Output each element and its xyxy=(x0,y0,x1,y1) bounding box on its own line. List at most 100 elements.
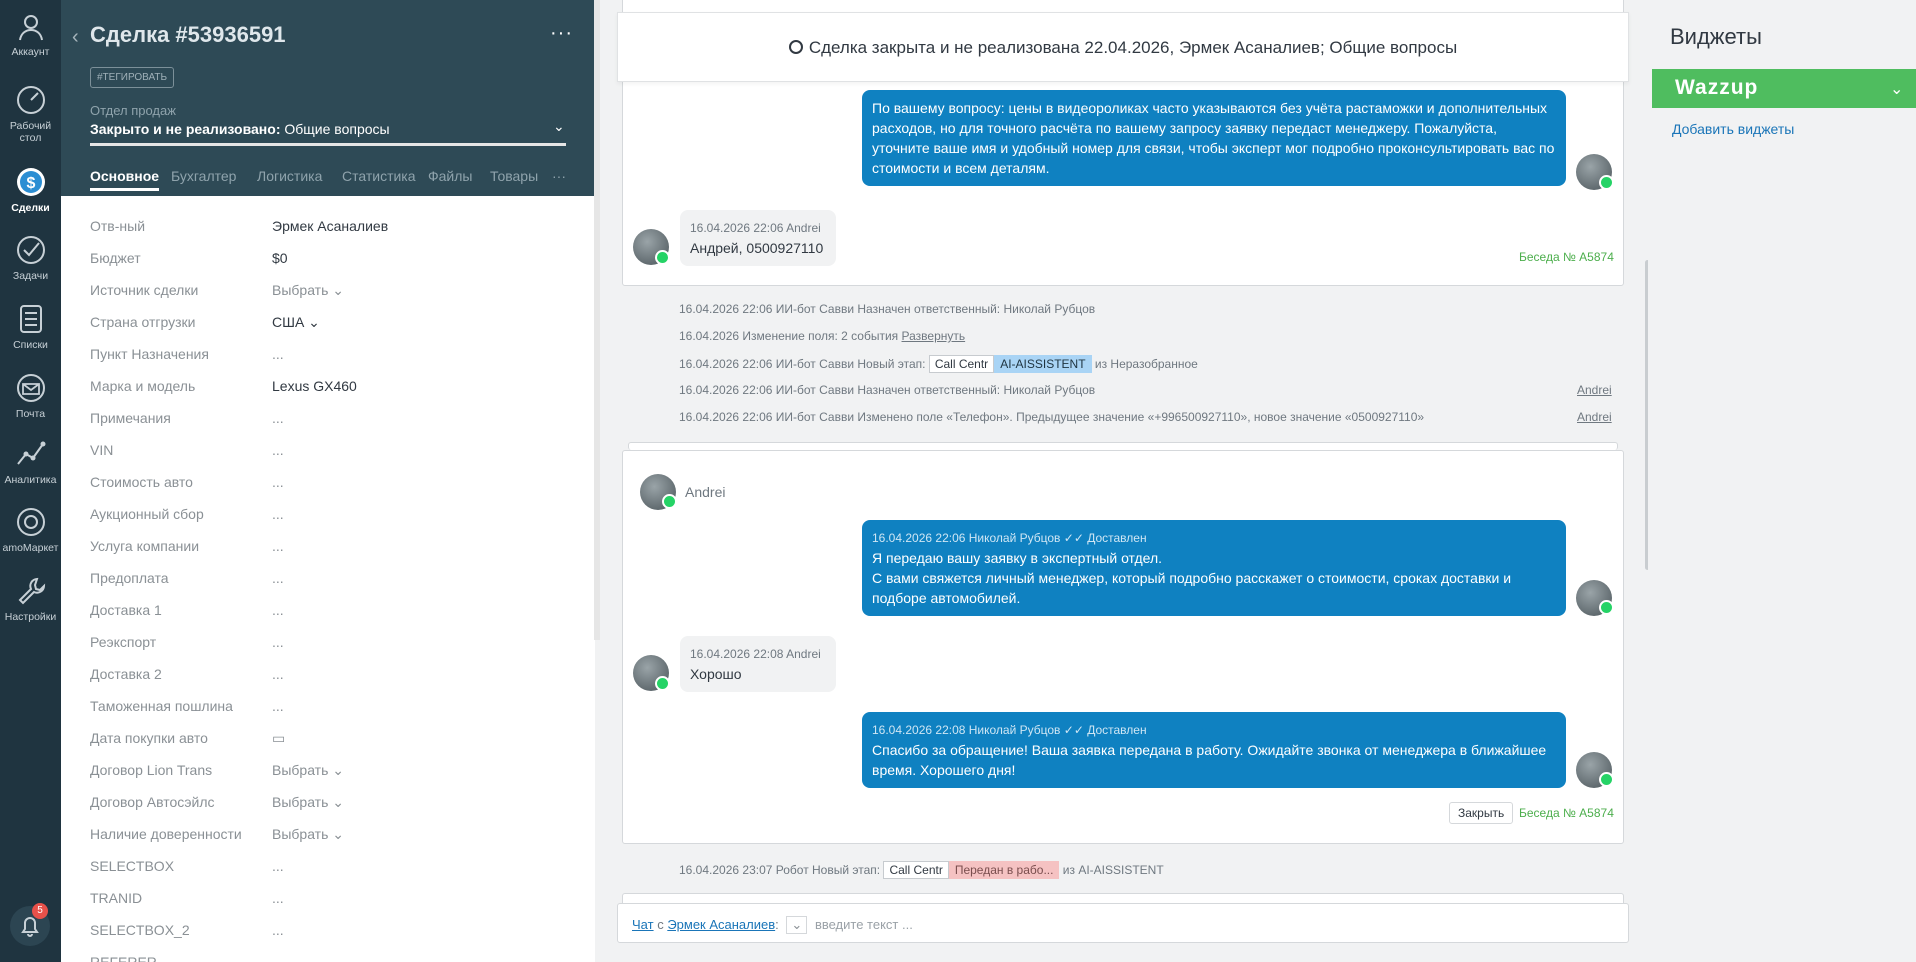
field-row[interactable]: Договор Автосэйлс Выбрать ⌄ xyxy=(90,786,560,818)
incoming-message: 16.04.2026 22:06 Andrei Андрей, 05009271… xyxy=(680,210,836,266)
closed-circle-icon xyxy=(788,40,803,54)
author-link[interactable]: Andrei xyxy=(1577,383,1612,397)
field-value[interactable]: ... xyxy=(272,890,284,906)
status-reason: Общие вопросы xyxy=(280,121,390,137)
chevron-down-icon[interactable]: ⌄ xyxy=(553,118,565,135)
field-value[interactable]: ... xyxy=(272,698,284,714)
field-value[interactable]: Lexus GX460 xyxy=(272,378,357,394)
nav-item-market[interactable]: amoМаркет xyxy=(0,506,61,554)
field-value[interactable]: ... xyxy=(272,858,284,874)
expand-link[interactable]: Развернуть xyxy=(902,329,966,343)
author-link[interactable]: Andrei xyxy=(1577,410,1612,424)
field-row[interactable]: Отв-ный Эрмек Асаналиев xyxy=(90,210,560,242)
chevron-down-icon[interactable]: ⌄ xyxy=(1890,79,1903,99)
field-row[interactable]: Страна отгрузки США ⌄ xyxy=(90,306,560,338)
field-value[interactable]: Выбрать ⌄ xyxy=(272,762,344,779)
field-row[interactable]: TRANID... xyxy=(90,882,560,914)
field-value[interactable]: ... xyxy=(272,922,284,938)
field-row[interactable]: VIN... xyxy=(90,434,560,466)
field-label: Страна отгрузки xyxy=(90,314,196,330)
conversation-link[interactable]: Беседа № A5874 xyxy=(1519,806,1614,820)
field-value[interactable]: Эрмек Асаналиев xyxy=(272,218,388,234)
field-label: Марка и модель xyxy=(90,378,196,394)
field-row[interactable]: SELECTBOX... xyxy=(90,850,560,882)
tab-files[interactable]: Файлы xyxy=(428,168,472,184)
field-value[interactable]: ... xyxy=(272,538,284,554)
nav-item-deals[interactable]: $ Сделки xyxy=(0,166,61,214)
field-value[interactable]: ... xyxy=(272,602,284,618)
field-value[interactable]: США ⌄ xyxy=(272,314,320,331)
contact-name[interactable]: Andrei xyxy=(685,484,725,500)
field-value[interactable]: ... xyxy=(272,634,284,650)
field-label: Стоимость авто xyxy=(90,474,193,490)
field-value[interactable]: ... xyxy=(272,442,284,458)
field-row[interactable]: Наличие доверенности Выбрать ⌄ xyxy=(90,818,560,850)
field-value[interactable]: ... xyxy=(272,506,284,522)
nav-item-settings[interactable]: Настройки xyxy=(0,575,61,623)
field-value[interactable]: ... xyxy=(272,474,284,490)
chat-type-link[interactable]: Чат xyxy=(632,917,654,932)
field-row[interactable]: Стоимость авто... xyxy=(90,466,560,498)
field-row[interactable]: Источник сделки Выбрать ⌄ xyxy=(90,274,560,306)
tab-statistics[interactable]: Статистика xyxy=(342,168,416,184)
nav-item-analytics[interactable]: Аналитика xyxy=(0,438,61,486)
more-tabs-icon[interactable]: ··· xyxy=(552,168,566,184)
message-meta: 16.04.2026 22:06 Andrei xyxy=(690,221,821,235)
tab-products[interactable]: Товары xyxy=(490,168,538,184)
wazzup-widget[interactable]: Wazzup ⌄ xyxy=(1652,69,1916,108)
field-row[interactable]: REFERER xyxy=(90,946,560,962)
field-value[interactable]: ... xyxy=(272,346,284,362)
chat-contact-link[interactable]: Эрмек Асаналиев xyxy=(667,917,775,932)
conversation-link[interactable]: Беседа № A5874 xyxy=(1519,250,1614,264)
field-label: TRANID xyxy=(90,890,143,906)
status-select[interactable]: Закрыто и не реализовано: Общие вопросы xyxy=(90,121,390,137)
tag-button[interactable]: #ТЕГИРОВАТЬ xyxy=(90,67,175,88)
chat-with-text: с xyxy=(653,917,668,932)
event-note-text: 16.04.2026 Изменение поля: 2 события xyxy=(679,329,902,343)
field-row[interactable]: Реэкспорт... xyxy=(90,626,560,658)
tab-main[interactable]: Основное xyxy=(90,168,160,191)
field-value[interactable]: Выбрать ⌄ xyxy=(272,794,344,811)
chevron-down-icon[interactable]: ⌄ xyxy=(786,916,808,934)
back-chevron-icon[interactable]: ‹ xyxy=(72,26,79,49)
field-row[interactable]: Бюджет $0 xyxy=(90,242,560,274)
event-note: 16.04.2026 Изменение поля: 2 события Раз… xyxy=(679,329,965,343)
field-row[interactable]: Договор Lion Trans Выбрать ⌄ xyxy=(90,754,560,786)
field-value[interactable]: ... xyxy=(272,410,284,426)
field-row[interactable]: Аукционный сбор... xyxy=(90,498,560,530)
field-row[interactable]: Доставка 1... xyxy=(90,594,560,626)
chat-composer: Чат с Эрмек Асаналиев: ⌄ введите текст .… xyxy=(617,903,1629,943)
nav-item-account[interactable]: Аккаунт xyxy=(0,10,61,58)
tab-logistics[interactable]: Логистика xyxy=(257,168,322,184)
field-row[interactable]: Дата покупки авто ▭ xyxy=(90,722,560,754)
field-value[interactable]: $0 xyxy=(272,250,288,266)
field-row[interactable]: Марка и модель Lexus GX460 xyxy=(90,370,560,402)
field-value[interactable]: ... xyxy=(272,570,284,586)
nav-item-mail[interactable]: Почта xyxy=(0,372,61,420)
tab-accounting[interactable]: Бухгалтер xyxy=(171,168,241,184)
message-text: Я передаю вашу заявку в экспертный отдел… xyxy=(872,550,1163,566)
field-row[interactable]: Предоплата... xyxy=(90,562,560,594)
field-row[interactable]: Услуга компании... xyxy=(90,530,560,562)
field-row[interactable]: SELECTBOX_2... xyxy=(90,914,560,946)
stage-chip: Передан в рабо... xyxy=(948,861,1060,879)
calendar-icon[interactable]: ▭ xyxy=(272,730,285,747)
field-row[interactable]: Таможенная пошлина... xyxy=(90,690,560,722)
chat-input[interactable]: введите текст ... xyxy=(815,917,913,932)
deal-menu-icon[interactable]: ··· xyxy=(550,22,573,45)
whatsapp-icon xyxy=(1599,175,1614,190)
field-value[interactable]: ... xyxy=(272,666,284,682)
outgoing-message: По вашему вопросу: цены в видеороликах ч… xyxy=(862,90,1566,186)
close-conversation-button[interactable]: Закрыть xyxy=(1449,802,1514,824)
field-value[interactable]: Выбрать ⌄ xyxy=(272,826,344,843)
dashboard-icon xyxy=(16,86,45,114)
field-row[interactable]: Примечания... xyxy=(90,402,560,434)
field-value[interactable]: Выбрать ⌄ xyxy=(272,282,344,299)
nav-item-tasks[interactable]: Задачи xyxy=(0,234,61,282)
nav-item-dashboard[interactable]: Рабочий стол xyxy=(0,84,61,144)
nav-item-lists[interactable]: Списки xyxy=(0,303,61,351)
field-label: SELECTBOX_2 xyxy=(90,922,190,938)
field-row[interactable]: Пункт Назначения... xyxy=(90,338,560,370)
add-widgets-link[interactable]: Добавить виджеты xyxy=(1672,121,1794,137)
field-row[interactable]: Доставка 2... xyxy=(90,658,560,690)
